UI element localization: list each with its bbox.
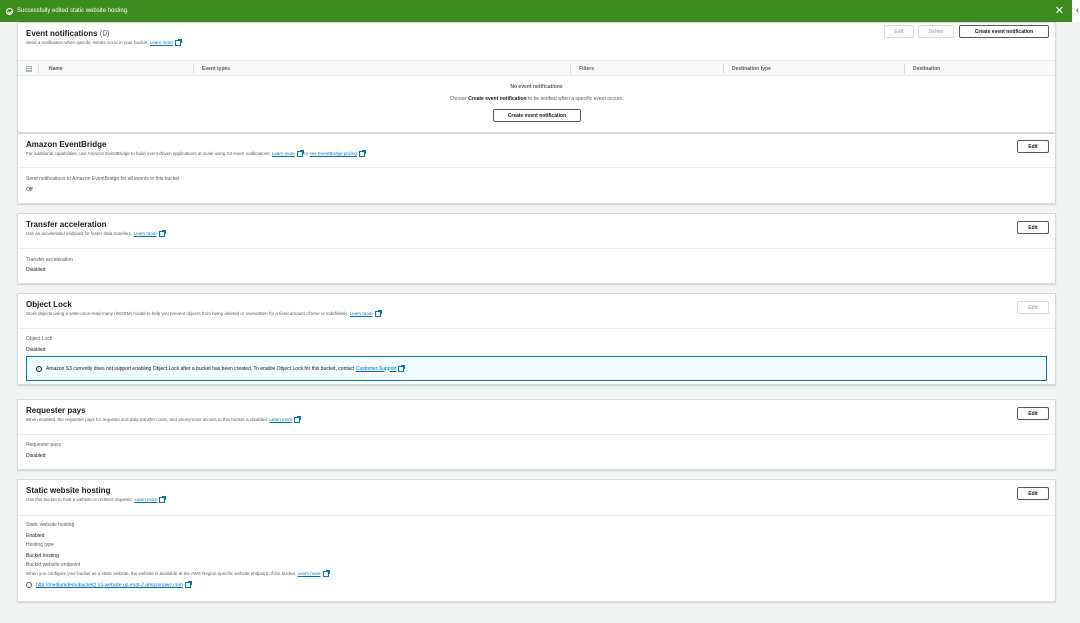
- description-text: Send a notification when specific events…: [26, 40, 149, 46]
- edit-button[interactable]: Edit: [1017, 301, 1049, 314]
- success-flash-banner: Successfully edited static website hosti…: [0, 0, 1080, 22]
- success-check-icon: [6, 7, 13, 15]
- field-label: Static website hosting: [26, 522, 75, 528]
- select-all-icon[interactable]: [26, 66, 32, 72]
- table-header: Name Event types Filters Destination typ…: [18, 60, 1055, 76]
- endpoint-desc-text: When you configure your bucket as a stat…: [26, 571, 297, 577]
- empty-state-description: Choose Create event notification to be n…: [18, 96, 1055, 102]
- learn-more-link[interactable]: Learn more: [150, 40, 173, 45]
- hosting-type-label: Hosting type: [26, 542, 54, 548]
- chevron-left-icon[interactable]: ‹: [1076, 5, 1079, 15]
- empty-state-title: No event notifications: [510, 84, 563, 90]
- column-header-name[interactable]: Name: [49, 66, 63, 72]
- edit-button[interactable]: Edit: [884, 25, 914, 38]
- external-link-icon: [296, 150, 304, 157]
- hosting-type-value: Bucket hosting: [26, 553, 59, 559]
- description-text: Use an accelerated endpoint for faster d…: [26, 231, 133, 237]
- edit-button[interactable]: Edit: [1017, 140, 1049, 153]
- delete-button[interactable]: Delete: [918, 25, 954, 38]
- external-link-icon: [174, 39, 182, 46]
- edit-button[interactable]: Edit: [1017, 487, 1049, 500]
- panel-title: Static website hosting: [26, 486, 111, 495]
- description-text: For additional capabilities, use Amazon …: [26, 151, 271, 157]
- empty-desc-bold: Create event notification: [468, 96, 527, 102]
- description-text: When enabled, the requester pays for req…: [26, 417, 269, 423]
- panel-title: Amazon EventBridge: [26, 140, 107, 149]
- eventbridge-pricing-link[interactable]: see EventBridge pricing: [309, 151, 357, 156]
- field-value: Enabled: [26, 533, 45, 539]
- flash-message: Successfully edited static website hosti…: [17, 8, 129, 14]
- requester-pays-panel: Requester pays When enabled, the request…: [17, 399, 1056, 470]
- panel-description: When enabled, the requester pays for req…: [26, 416, 1047, 423]
- panel-description: Send a notification when specific events…: [26, 39, 1047, 46]
- info-icon: i: [36, 365, 42, 372]
- info-alert: i Amazon S3 currently does not support e…: [26, 356, 1047, 381]
- panel-title: Transfer acceleration: [26, 220, 107, 229]
- panel-title: Object Lock: [26, 300, 72, 309]
- field-label: Transfer acceleration: [26, 257, 73, 263]
- learn-more-link[interactable]: Learn more: [298, 571, 321, 576]
- field-label: Send notifications to Amazon EventBridge…: [26, 176, 180, 182]
- empty-desc-suffix: to be notified when a specific event occ…: [528, 96, 624, 102]
- field-value: Disabled: [26, 267, 46, 273]
- external-link-icon: [158, 230, 166, 237]
- empty-create-event-notification-button[interactable]: Create event notification: [493, 109, 581, 122]
- endpoint-url-row: http://mediumdemobucket2.s3-website.us-e…: [26, 581, 192, 588]
- column-header-destination-type[interactable]: Destination type: [732, 66, 771, 72]
- object-lock-panel: Object Lock Store objects using a write-…: [17, 293, 1056, 385]
- field-value: Disabled: [26, 347, 46, 353]
- event-notifications-title: Event notifications: [26, 29, 98, 38]
- panel-description: Use an accelerated endpoint for faster d…: [26, 230, 1047, 237]
- external-link-icon: [184, 581, 192, 588]
- column-header-filters[interactable]: Filters: [579, 66, 594, 72]
- event-notifications-panel: Event notifications (0) Send a notificat…: [17, 22, 1056, 133]
- description-text: Use this bucket to host a website or red…: [26, 497, 134, 503]
- edit-button[interactable]: Edit: [1017, 221, 1049, 234]
- panel-description: Use this bucket to host a website or red…: [26, 496, 1047, 503]
- external-link-icon: [322, 570, 330, 577]
- field-value: Off: [26, 187, 33, 193]
- create-event-notification-button[interactable]: Create event notification: [959, 25, 1049, 38]
- learn-more-link[interactable]: Learn more: [134, 231, 157, 236]
- eventbridge-panel: Amazon EventBridge For additional capabi…: [17, 133, 1056, 204]
- description-text: Store objects using a write-once-read-ma…: [26, 311, 349, 317]
- external-link-icon: [159, 496, 167, 503]
- event-notifications-count: (0): [99, 29, 110, 38]
- empty-desc-prefix: Choose: [449, 96, 467, 102]
- learn-more-link[interactable]: Learn more: [269, 417, 292, 422]
- panel-description: For additional capabilities, use Amazon …: [26, 150, 1047, 157]
- customer-support-link[interactable]: Customer Support: [356, 366, 397, 372]
- field-label: Requester pays: [26, 442, 62, 448]
- learn-more-link[interactable]: Learn more: [350, 311, 373, 316]
- transfer-acceleration-panel: Transfer acceleration Use an accelerated…: [17, 213, 1056, 284]
- bucket-website-endpoint-link[interactable]: http://mediumdemobucket2.s3-website.us-e…: [36, 582, 183, 588]
- static-website-hosting-panel: Static website hosting Use this bucket t…: [17, 479, 1056, 602]
- external-link-icon: [294, 416, 302, 423]
- globe-icon: [26, 582, 32, 588]
- endpoint-label: Bucket website endpoint: [26, 562, 81, 568]
- external-link-icon: [359, 150, 367, 157]
- close-icon[interactable]: ✕: [1055, 4, 1064, 17]
- endpoint-description: When you configure your bucket as a stat…: [26, 570, 330, 577]
- panel-description: Store objects using a write-once-read-ma…: [26, 310, 1047, 317]
- edit-button[interactable]: Edit: [1017, 407, 1049, 420]
- learn-more-link[interactable]: Learn more: [134, 497, 157, 502]
- panel-title: Requester pays: [26, 406, 86, 415]
- field-value: Disabled: [26, 453, 46, 459]
- or-text: or: [304, 151, 309, 157]
- external-link-icon: [374, 310, 382, 317]
- info-text: Amazon S3 currently does not support ena…: [46, 365, 355, 372]
- column-header-event-types[interactable]: Event types: [202, 66, 230, 72]
- learn-more-link[interactable]: Learn more: [272, 151, 295, 156]
- external-link-icon: [398, 364, 406, 372]
- field-label: Object Lock: [26, 336, 53, 342]
- column-header-destination[interactable]: Destination: [913, 66, 940, 72]
